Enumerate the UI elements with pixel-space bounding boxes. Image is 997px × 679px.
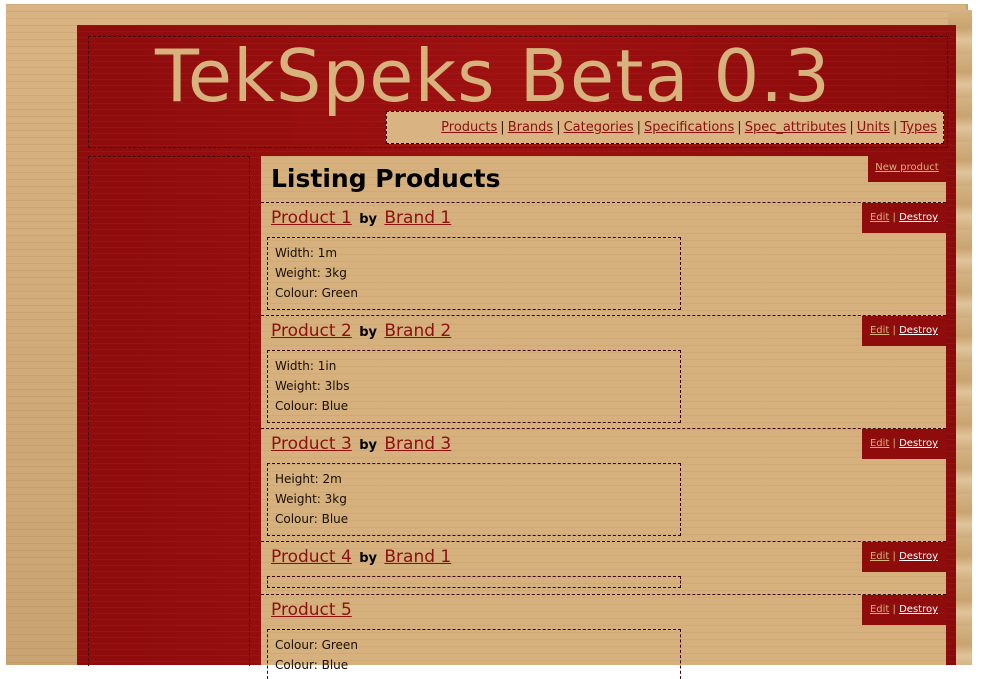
by-label: by xyxy=(359,325,377,340)
nav-link-brands[interactable]: Brands xyxy=(508,120,554,135)
product-actions: Edit | Destroy xyxy=(862,429,946,459)
nav-separator: | xyxy=(500,120,505,135)
spec-row: Colour: Green xyxy=(275,286,358,300)
nav-separator: | xyxy=(556,120,561,135)
nav-separator: | xyxy=(636,120,642,135)
nav-link-specifications[interactable]: Specifications xyxy=(644,120,734,135)
destroy-link[interactable]: Destroy xyxy=(899,438,938,449)
nav-link-categories[interactable]: Categories xyxy=(564,120,634,135)
product-item: Product 3 by Brand 3 Edit | Destroy Heig… xyxy=(261,428,946,541)
product-name-link[interactable]: Product 5 xyxy=(271,600,352,620)
nav-link-products[interactable]: Products xyxy=(441,120,497,135)
spec-row: Weight: 3kg xyxy=(275,266,347,280)
edit-link[interactable]: Edit xyxy=(870,551,889,562)
product-actions: Edit | Destroy xyxy=(862,595,946,625)
nav-link-units[interactable]: Units xyxy=(857,120,890,135)
product-heading: Product 5 xyxy=(271,599,352,621)
spec-list: Colour: Green Colour: Blue xyxy=(267,629,681,679)
spec-list: Width: 1in Weight: 3lbs Colour: Blue xyxy=(267,350,681,423)
brand-link[interactable]: Brand 1 xyxy=(384,208,451,228)
destroy-link[interactable]: Destroy xyxy=(899,212,938,223)
product-name-link[interactable]: Product 2 xyxy=(271,321,352,341)
action-separator: | xyxy=(892,212,896,223)
nav-separator: | xyxy=(892,120,898,135)
product-name-link[interactable]: Product 3 xyxy=(271,434,352,454)
spec-row: Weight: 3lbs xyxy=(275,379,350,393)
product-heading: Product 2 by Brand 2 xyxy=(271,320,451,344)
spec-row: Width: 1m xyxy=(275,246,338,260)
edit-link[interactable]: Edit xyxy=(870,212,889,223)
brand-link[interactable]: Brand 3 xyxy=(384,434,451,454)
product-heading: Product 3 by Brand 3 xyxy=(271,433,451,457)
action-separator: | xyxy=(892,325,896,336)
product-heading: Product 1 by Brand 1 xyxy=(271,207,451,231)
product-name-link[interactable]: Product 1 xyxy=(271,208,352,228)
nav-link-types[interactable]: Types xyxy=(900,120,937,135)
spec-row: Colour: Blue xyxy=(275,658,349,672)
brand-link[interactable]: Brand 1 xyxy=(384,547,451,567)
spec-row: Height: 2m xyxy=(275,472,342,486)
spec-row: Colour: Green xyxy=(275,638,358,652)
by-label: by xyxy=(359,212,377,227)
action-separator: | xyxy=(892,551,896,562)
site-title: TekSpeks Beta 0.3 xyxy=(155,34,831,118)
nav-link-spec-attributes[interactable]: Spec_attributes xyxy=(745,120,847,135)
product-actions: Edit | Destroy xyxy=(862,316,946,346)
edit-link[interactable]: Edit xyxy=(870,325,889,336)
spec-list: Width: 1m Weight: 3kg Colour: Green xyxy=(267,237,681,310)
product-item: Product 1 by Brand 1 Edit | Destroy Widt… xyxy=(261,202,946,315)
product-actions: Edit | Destroy xyxy=(862,542,946,572)
destroy-link[interactable]: Destroy xyxy=(899,551,938,562)
product-item: Product 4 by Brand 1 Edit | Destroy xyxy=(261,541,946,594)
spec-row: Width: 1in xyxy=(275,359,337,373)
nav-separator: | xyxy=(849,120,854,135)
product-item: Product 2 by Brand 2 Edit | Destroy Widt… xyxy=(261,315,946,428)
product-heading: Product 4 by Brand 1 xyxy=(271,546,451,570)
new-product-link[interactable]: New product xyxy=(875,162,938,173)
new-product-box: New product xyxy=(868,156,946,182)
destroy-link[interactable]: Destroy xyxy=(899,325,938,336)
product-item: Product 5 Edit | Destroy Colour: Green C… xyxy=(261,594,946,679)
spec-row: Weight: 3kg xyxy=(275,492,347,506)
brand-link[interactable]: Brand 2 xyxy=(384,321,451,341)
action-separator: | xyxy=(892,438,896,449)
product-name-link[interactable]: Product 4 xyxy=(271,547,352,567)
spec-row: Colour: Blue xyxy=(275,512,349,526)
main-nav: Products | Brands | Categories | Specification… xyxy=(386,111,944,144)
product-actions: Edit | Destroy xyxy=(862,203,946,233)
spec-row: Colour: Blue xyxy=(275,399,349,413)
nav-separator: | xyxy=(737,120,742,135)
page-title: Listing Products xyxy=(271,164,501,193)
by-label: by xyxy=(359,438,377,453)
sidebar xyxy=(88,156,250,666)
destroy-link[interactable]: Destroy xyxy=(899,604,938,615)
spec-list: Height: 2m Weight: 3kg Colour: Blue xyxy=(267,463,681,536)
action-separator: | xyxy=(892,604,896,615)
by-label: by xyxy=(359,551,377,566)
spec-list-empty xyxy=(267,576,681,588)
edit-link[interactable]: Edit xyxy=(870,604,889,615)
edit-link[interactable]: Edit xyxy=(870,438,889,449)
